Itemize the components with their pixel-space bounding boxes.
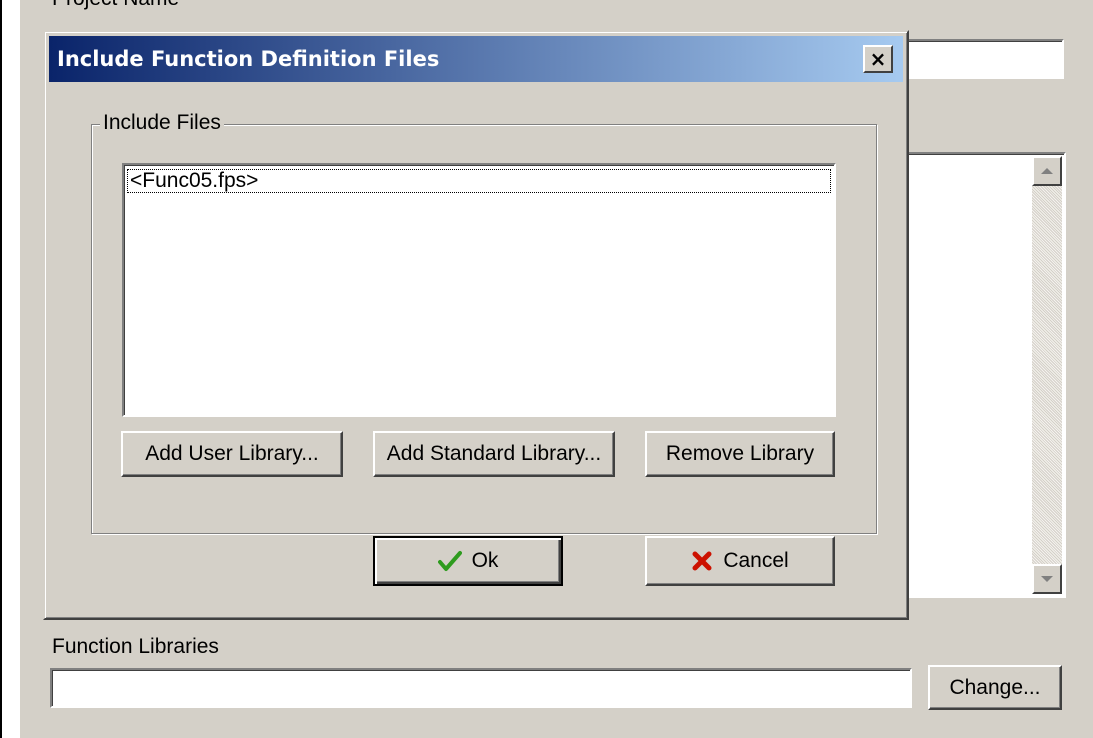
vertical-scrollbar[interactable] (1032, 156, 1062, 594)
remove-library-button[interactable]: Remove Library (645, 431, 835, 477)
ok-button[interactable]: Ok (373, 536, 563, 586)
scroll-up-button[interactable] (1032, 156, 1062, 186)
list-item[interactable]: <Func05.fps> (127, 169, 831, 193)
scroll-down-button[interactable] (1032, 564, 1062, 594)
function-libraries-input[interactable] (50, 668, 912, 708)
group-label: Include Files (100, 111, 224, 135)
include-files-dialog: Include Function Definition Files × Incl… (43, 30, 909, 620)
arrow-down-icon (1041, 576, 1053, 582)
add-standard-library-button[interactable]: Add Standard Library... (373, 431, 615, 477)
project-name-input[interactable] (900, 39, 1064, 79)
project-name-label: Project Name (52, 0, 179, 11)
ok-label: Ok (471, 549, 499, 572)
add-user-library-button[interactable]: Add User Library... (121, 431, 343, 477)
background-list[interactable] (900, 152, 1066, 598)
change-button[interactable]: Change... (928, 665, 1062, 710)
cancel-button[interactable]: Cancel (645, 536, 835, 586)
function-libraries-label: Function Libraries (52, 635, 219, 658)
include-files-list[interactable]: <Func05.fps> (122, 163, 836, 417)
checkmark-icon (437, 550, 462, 572)
dialog-title: Include Function Definition Files (57, 47, 440, 71)
dialog-titlebar[interactable]: Include Function Definition Files × (49, 36, 903, 82)
close-button[interactable]: × (863, 45, 893, 73)
x-icon (691, 550, 713, 572)
arrow-up-icon (1041, 168, 1053, 174)
cancel-label: Cancel (723, 549, 789, 572)
close-icon: × (869, 47, 887, 71)
